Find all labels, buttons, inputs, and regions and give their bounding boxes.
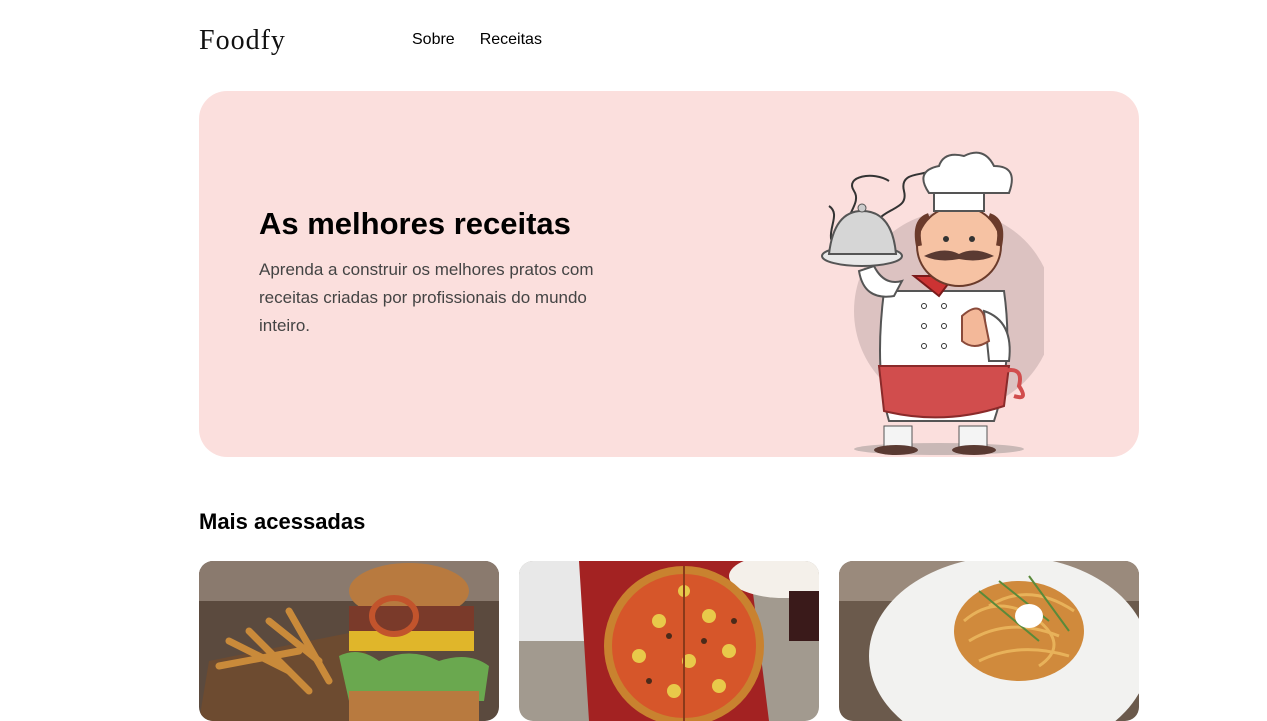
nav-link-receitas[interactable]: Receitas xyxy=(480,31,542,49)
recipe-card-burger[interactable] xyxy=(199,561,499,721)
section-title-most-accessed: Mais acessadas xyxy=(199,509,366,534)
recipe-card-pizza[interactable] xyxy=(519,561,819,721)
site-logo[interactable]: Foodfy xyxy=(199,25,286,57)
hero-banner: As melhores receitas Aprenda a construir… xyxy=(199,91,1139,457)
recipe-cards xyxy=(199,561,1139,721)
hero-description: Aprenda a construir os melhores pratos c… xyxy=(259,260,594,335)
spaghetti-photo xyxy=(839,561,1139,721)
chef-illustration xyxy=(821,151,1044,455)
hero-title: As melhores receitas xyxy=(259,206,571,241)
recipe-card-spaghetti[interactable] xyxy=(839,561,1139,721)
burger-photo xyxy=(199,561,499,721)
site-header: Foodfy Sobre Receitas xyxy=(199,22,1139,62)
pizza-photo xyxy=(519,561,819,721)
main-nav: Sobre Receitas xyxy=(412,31,542,49)
nav-link-sobre[interactable]: Sobre xyxy=(412,31,455,49)
